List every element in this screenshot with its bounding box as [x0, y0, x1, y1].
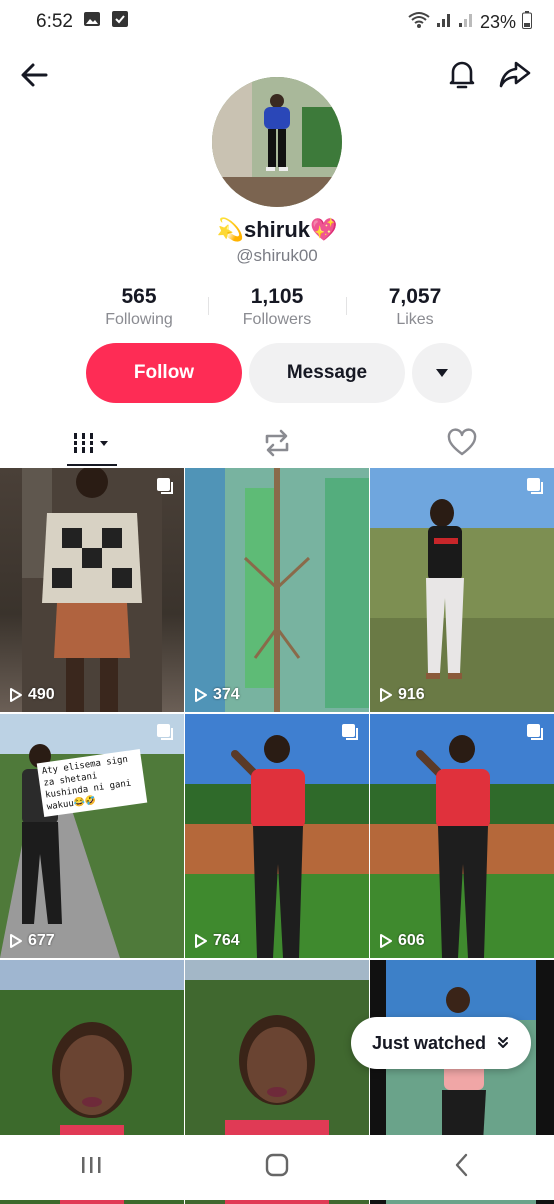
wifi-icon: [408, 11, 430, 34]
stat-likes[interactable]: 7,057 Likes: [346, 285, 484, 329]
checkbox-icon: [111, 10, 129, 34]
multi-photo-icon: [156, 723, 174, 741]
video-thumbnail[interactable]: 606: [370, 714, 554, 958]
view-count: 916: [379, 686, 425, 704]
likes-count: 7,057: [388, 285, 442, 308]
video-thumbnail[interactable]: Aty elisema sign za shetani kushinda ni …: [0, 714, 184, 958]
recent-apps-icon: [82, 1157, 101, 1173]
status-time: 6:52: [36, 11, 73, 32]
thumbnail-image: [185, 468, 369, 712]
multi-photo-icon: [156, 477, 174, 495]
profile-actions: Follow Message: [86, 343, 472, 403]
recent-apps-button[interactable]: [77, 1153, 107, 1182]
video-thumbnail[interactable]: 374: [185, 468, 369, 712]
play-icon: [10, 688, 22, 702]
followers-count: 1,105: [250, 285, 304, 308]
follow-button[interactable]: Follow: [86, 343, 242, 403]
view-count: 374: [194, 686, 240, 704]
signal-icon: [436, 12, 452, 33]
repost-icon: [265, 429, 289, 457]
video-thumbnail[interactable]: 916: [370, 468, 554, 712]
double-chevron-down-icon: [498, 1037, 509, 1048]
caret-down-icon: [436, 369, 448, 377]
gallery-icon: [83, 10, 101, 34]
multi-photo-icon: [526, 723, 544, 741]
video-thumbnail[interactable]: 490: [0, 468, 184, 712]
profile-tabs: [0, 420, 554, 466]
battery-icon: [522, 10, 532, 34]
view-count-value: 677: [28, 932, 55, 949]
view-count: 606: [379, 932, 425, 950]
battery-level: 23%: [479, 11, 516, 32]
just-watched-button[interactable]: Just watched: [351, 1017, 531, 1069]
view-count: 490: [9, 686, 55, 704]
likes-label: Likes: [396, 311, 434, 328]
home-icon: [265, 1153, 289, 1177]
tab-liked[interactable]: [369, 420, 554, 466]
thumbnail-image: [370, 714, 554, 958]
notification-bell-button[interactable]: [444, 56, 480, 92]
stat-following[interactable]: 565 Following: [70, 285, 208, 329]
play-icon: [195, 688, 207, 702]
back-arrow-icon: [21, 63, 48, 87]
home-button[interactable]: [262, 1150, 292, 1185]
view-count-value: 374: [213, 686, 240, 703]
message-button[interactable]: Message: [249, 343, 405, 403]
profile-avatar[interactable]: [212, 77, 342, 207]
system-back-button[interactable]: [447, 1150, 477, 1185]
status-bar: 6:52 23%: [0, 0, 554, 44]
stat-divider: [208, 297, 209, 315]
multi-photo-icon: [526, 477, 544, 495]
video-grid: 490 374 916 Aty elisema sign za shetani …: [0, 468, 554, 1204]
thumbnail-image: [185, 714, 369, 958]
share-icon: [499, 61, 531, 88]
view-count-value: 916: [398, 686, 425, 703]
play-icon: [195, 934, 207, 948]
thumbnail-image: [370, 468, 554, 712]
view-count-value: 606: [398, 932, 425, 949]
avatar-image: [212, 77, 342, 207]
following-count: 565: [121, 285, 157, 308]
heart-icon: [447, 428, 476, 456]
share-button[interactable]: [497, 56, 533, 92]
display-name: 💫shiruk💖: [216, 217, 338, 242]
followers-label: Followers: [242, 311, 312, 328]
thumbnail-image: [22, 468, 162, 712]
system-navigation-bar: [0, 1135, 554, 1200]
stat-followers[interactable]: 1,105 Followers: [208, 285, 346, 329]
video-thumbnail[interactable]: 764: [185, 714, 369, 958]
view-count: 677: [9, 932, 55, 950]
play-icon: [380, 934, 392, 948]
status-right: 23%: [408, 10, 532, 34]
bell-icon: [449, 61, 475, 89]
view-count-value: 764: [213, 932, 240, 949]
stat-divider: [346, 297, 347, 315]
back-button[interactable]: [18, 58, 52, 92]
back-chevron-icon: [455, 1153, 467, 1177]
more-options-button[interactable]: [412, 343, 472, 403]
profile-stats: 565 Following 1,105 Followers 7,057 Like…: [70, 285, 484, 329]
tab-videos[interactable]: [0, 420, 185, 466]
multi-photo-icon: [341, 723, 359, 741]
play-icon: [10, 934, 22, 948]
view-count-value: 490: [28, 686, 55, 703]
view-count: 764: [194, 932, 240, 950]
following-label: Following: [105, 311, 173, 328]
thumbnail-image: [0, 714, 184, 958]
tab-reposts[interactable]: [185, 420, 370, 466]
play-icon: [380, 688, 392, 702]
signal-icon-2: [458, 12, 474, 33]
username: @shiruk00: [236, 246, 318, 265]
just-watched-label: Just watched: [371, 1032, 487, 1053]
videos-grid-icon: [74, 433, 109, 453]
